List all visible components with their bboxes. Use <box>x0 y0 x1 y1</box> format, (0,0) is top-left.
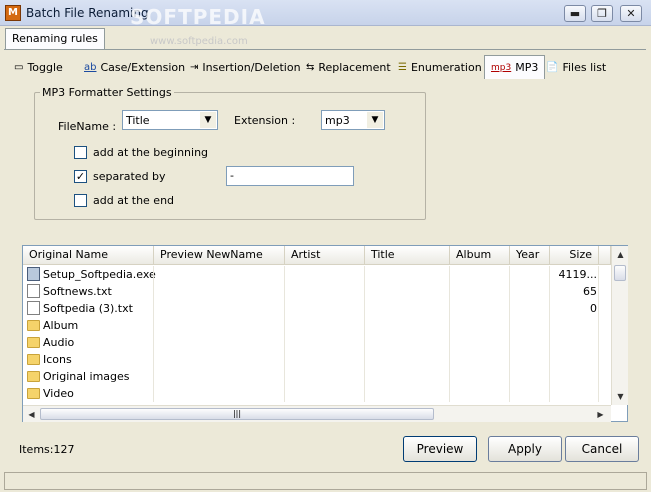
column-artist[interactable]: Artist <box>285 246 365 265</box>
watermark: SOFTPEDIA <box>130 5 266 29</box>
tab-toggle[interactable]: ▭ Toggle <box>8 55 69 79</box>
tab-insertion-deletion[interactable]: ⇥ Insertion/Deletion <box>184 55 307 79</box>
enumeration-icon: ☰ <box>398 61 407 73</box>
tab-divider <box>4 49 646 50</box>
app-icon: M <box>5 5 21 21</box>
file-name: Album <box>43 319 79 332</box>
file-name: Icons <box>43 353 72 366</box>
text-file-icon <box>27 301 40 315</box>
tab-label: Insertion/Deletion <box>202 60 301 74</box>
tab-label: Toggle <box>27 60 63 74</box>
column-album[interactable]: Album <box>450 246 510 265</box>
items-count: Items:127 <box>19 443 75 456</box>
tab-label: Files list <box>562 60 607 74</box>
table-row[interactable]: Audio <box>23 334 611 351</box>
scroll-down-icon[interactable]: ▼ <box>612 388 629 405</box>
mp3-icon: mp3 <box>491 62 512 73</box>
filename-value: Title <box>126 113 150 127</box>
folder-icon <box>27 337 40 348</box>
column-filler <box>599 246 611 265</box>
file-name: Video <box>43 387 74 400</box>
add-end-label: add at the end <box>93 194 175 207</box>
tab-renaming-rules[interactable]: Renaming rules <box>5 28 105 50</box>
group-title: MP3 Formatter Settings <box>40 86 174 99</box>
exe-file-icon <box>27 267 40 281</box>
file-name: Original images <box>43 370 130 383</box>
column-size[interactable]: Size <box>550 246 599 265</box>
table-row[interactable]: Softnews.txt 65 <box>23 283 611 300</box>
tab-mp3[interactable]: mp3 MP3 <box>484 55 546 79</box>
tab-replacement[interactable]: ⇆ Replacement <box>300 55 397 79</box>
file-name: Audio <box>43 336 75 349</box>
column-preview-newname[interactable]: Preview NewName <box>154 246 285 265</box>
file-name: Softnews.txt <box>43 285 112 298</box>
chevron-down-icon: ▼ <box>200 112 216 128</box>
table-row[interactable]: Softpedia (3).txt 0 <box>23 300 611 317</box>
tab-label: Case/Extension <box>100 60 186 74</box>
file-size: 65 <box>583 285 597 298</box>
horizontal-scrollbar[interactable]: ◀ ||| ▶ <box>23 405 611 422</box>
add-beginning-checkbox[interactable] <box>74 146 87 159</box>
scroll-up-icon[interactable]: ▲ <box>612 246 629 263</box>
close-button[interactable]: ✕ <box>620 5 642 22</box>
file-name: Softpedia (3).txt <box>43 302 133 315</box>
scroll-right-icon[interactable]: ▶ <box>592 406 609 423</box>
separated-by-checkbox[interactable]: ✓ <box>74 170 87 183</box>
tab-files-list[interactable]: 📄 Files list <box>540 55 612 79</box>
table-row[interactable]: Original images <box>23 368 611 385</box>
tab-enumeration[interactable]: ☰ Enumeration <box>392 55 488 79</box>
filename-label: FileName : <box>58 120 117 133</box>
filename-select[interactable]: Title ▼ <box>122 110 218 130</box>
folder-icon <box>27 388 40 399</box>
vertical-scrollbar[interactable]: ▲ ▼ <box>611 246 628 405</box>
folder-icon <box>27 320 40 331</box>
case-icon: ab <box>84 61 97 73</box>
scroll-left-icon[interactable]: ◀ <box>23 406 40 423</box>
tab-label: MP3 <box>515 61 539 74</box>
toggle-icon: ▭ <box>14 61 24 73</box>
horizontal-scroll-thumb[interactable]: ||| <box>40 408 434 420</box>
files-list-icon: 📄 <box>546 61 559 73</box>
cancel-button[interactable]: Cancel <box>565 436 639 462</box>
add-beginning-label: add at the beginning <box>93 146 209 159</box>
separated-by-label: separated by <box>93 170 166 183</box>
column-title[interactable]: Title <box>365 246 450 265</box>
tab-label: Replacement <box>318 60 391 74</box>
extension-select[interactable]: mp3 ▼ <box>321 110 385 130</box>
vertical-scroll-thumb[interactable] <box>614 265 626 281</box>
table-row[interactable]: Setup_Softpedia.exe 4119... <box>23 266 611 283</box>
text-file-icon <box>27 284 40 298</box>
file-size: 0 <box>590 302 597 315</box>
insertion-icon: ⇥ <box>190 61 199 73</box>
folder-icon <box>27 371 40 382</box>
column-original-name[interactable]: Original Name <box>23 246 154 265</box>
table-row[interactable]: Icons <box>23 351 611 368</box>
replacement-icon: ⇆ <box>306 61 315 73</box>
file-list[interactable]: Original Name Preview NewName Artist Tit… <box>22 245 628 422</box>
extension-value: mp3 <box>325 113 350 127</box>
add-end-checkbox[interactable] <box>74 194 87 207</box>
apply-button[interactable]: Apply <box>488 436 562 462</box>
table-row[interactable]: Video <box>23 385 611 402</box>
column-year[interactable]: Year <box>510 246 550 265</box>
tab-label: Enumeration <box>410 60 482 74</box>
separator-input[interactable]: - <box>226 166 354 186</box>
preview-button[interactable]: Preview <box>403 436 477 462</box>
folder-icon <box>27 354 40 365</box>
status-bar <box>4 472 647 490</box>
extension-label: Extension : <box>234 114 296 127</box>
table-row[interactable]: Album <box>23 317 611 334</box>
tab-case-extension[interactable]: ab Case/Extension <box>78 55 191 79</box>
watermark-url: www.softpedia.com <box>150 36 248 47</box>
restore-button[interactable]: ❐ <box>591 5 613 22</box>
file-size: 4119... <box>558 268 597 281</box>
file-name: Setup_Softpedia.exe <box>43 268 156 281</box>
minimize-button[interactable]: ▬ <box>564 5 586 22</box>
chevron-down-icon: ▼ <box>367 112 383 128</box>
